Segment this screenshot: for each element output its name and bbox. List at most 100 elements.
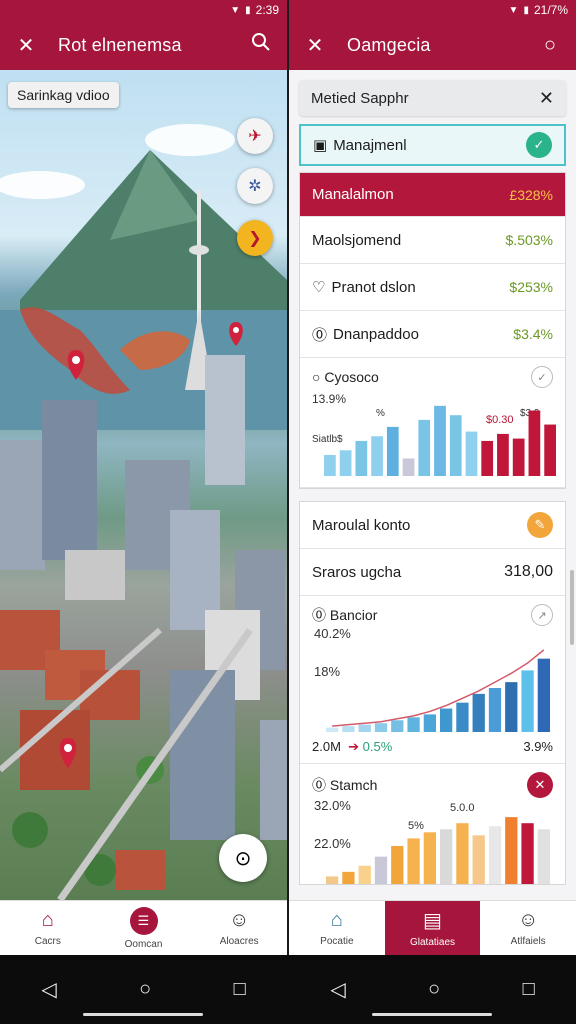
close-icon[interactable]: ✕ bbox=[14, 33, 38, 58]
management-row[interactable]: ▣ Manajmenl ✓ bbox=[299, 124, 566, 166]
footer-value: 3.9% bbox=[523, 739, 553, 754]
list-item[interactable]: Maolsjomend $.503% bbox=[300, 217, 565, 264]
chart-bar bbox=[374, 723, 388, 732]
edit-icon[interactable]: ✎ bbox=[527, 512, 553, 538]
bar-chart bbox=[326, 817, 550, 884]
recenter-icon[interactable]: ⊙ bbox=[219, 834, 267, 882]
chart-card-1[interactable]: ○ Cyosoco ✓ 13.9% Siatlb$ % $0.30 $3.9 bbox=[300, 358, 565, 488]
list-item[interactable]: ♡ Pranot dslon $253% bbox=[300, 264, 565, 311]
delta-value: 0.5% bbox=[362, 739, 393, 754]
chart-bar bbox=[358, 865, 371, 884]
chart-card-3[interactable]: ⓪ Stamch ✕ 32.0% 22.0% 5.0.0 5% bbox=[300, 764, 565, 884]
section-gap bbox=[299, 489, 566, 501]
chart-bar bbox=[342, 726, 355, 732]
nav-profile[interactable]: ☺ Atlfaiels bbox=[480, 901, 576, 955]
chart-bar bbox=[481, 440, 494, 476]
city-map[interactable]: Sarinkag vdioo ✈ ✲ ❯ ⊙ bbox=[0, 70, 287, 900]
heart-icon: ♡ bbox=[312, 279, 326, 296]
gesture-pill bbox=[372, 1013, 492, 1016]
bottom-nav: ⌂ Pocatie ▤ Glatatiaes ☺ Atlfaiels bbox=[289, 900, 576, 955]
search-field[interactable]: Metied Sapphr ✕ bbox=[299, 80, 566, 116]
profile-circle-icon[interactable]: ○ bbox=[538, 34, 562, 57]
metrics-card: Manalalmon £328% Maolsjomend $.503% ♡ Pra… bbox=[299, 172, 566, 489]
chart-bar bbox=[326, 727, 339, 732]
home-circle-icon[interactable]: ○ bbox=[428, 978, 440, 1001]
home-icon: ⌂ bbox=[41, 909, 54, 931]
section-header: Maroulal konto ✎ bbox=[300, 502, 565, 549]
navigation-icon[interactable]: ✈ bbox=[237, 118, 273, 154]
info-icon: ⓪ bbox=[312, 607, 330, 623]
recents-icon[interactable]: □ bbox=[523, 978, 535, 1001]
wifi-icon: ▼ bbox=[508, 4, 519, 16]
chart-bar bbox=[521, 670, 534, 732]
system-nav-bar: ◁ ○ □ ◁ ○ □ bbox=[0, 955, 576, 1024]
person-icon: ☺ bbox=[228, 909, 250, 931]
chart-bar bbox=[402, 458, 415, 476]
nav-home[interactable]: ⌂ Cacrs bbox=[0, 901, 96, 955]
list-item[interactable]: Manalalmon £328% bbox=[300, 173, 565, 217]
person-icon: ☺ bbox=[517, 909, 539, 931]
chart-bar bbox=[488, 826, 502, 884]
home-icon: ⌂ bbox=[330, 909, 343, 931]
chart-card-2[interactable]: ⓪ Bancior ↗ 40.2% 18% 2.0M ➔ 0.5% 3.9% bbox=[300, 596, 565, 764]
close-icon[interactable]: ✕ bbox=[303, 33, 327, 58]
chart-bar bbox=[386, 426, 399, 476]
nav-dashboard[interactable]: ▤ Glatatiaes bbox=[384, 901, 481, 955]
back-icon[interactable]: ◁ bbox=[330, 977, 345, 1002]
info-icon: ⓪ bbox=[312, 326, 328, 344]
check-icon[interactable]: ✓ bbox=[531, 366, 553, 388]
chart-bar bbox=[521, 823, 534, 884]
chart-bar bbox=[342, 871, 355, 884]
chart-bar bbox=[449, 415, 462, 476]
bar-line-chart bbox=[326, 649, 550, 732]
app-bar: ✕ Rot elnenemsa bbox=[0, 20, 287, 70]
chart-bar bbox=[472, 693, 485, 732]
clear-icon[interactable]: ✕ bbox=[539, 88, 554, 109]
chart-bar bbox=[440, 829, 453, 884]
status-time: 21/7% bbox=[533, 3, 568, 17]
chart-bar bbox=[407, 717, 420, 732]
chart-bar bbox=[423, 714, 436, 732]
list-item[interactable]: Sraros ugcha 318,00 bbox=[300, 549, 565, 596]
chart-bar bbox=[418, 419, 431, 476]
chart-bar bbox=[358, 724, 371, 732]
nav-profile[interactable]: ☺ Aloacres bbox=[191, 901, 287, 955]
bar-chart bbox=[324, 405, 556, 476]
status-bar: ▼ ▮ 21/7% bbox=[289, 0, 576, 20]
app-bar: ✕ Oamgecia ○ bbox=[289, 20, 576, 70]
check-icon: ✓ bbox=[526, 132, 552, 158]
nav-home[interactable]: ⌂ Pocatie bbox=[289, 901, 385, 955]
home-circle-icon[interactable]: ○ bbox=[139, 978, 151, 1001]
chart-bar bbox=[505, 682, 518, 732]
back-icon[interactable]: ◁ bbox=[41, 977, 56, 1002]
page-title: Oamgecia bbox=[347, 34, 431, 55]
folder-icon: ▣ bbox=[313, 137, 328, 154]
bottom-nav: ⌂ Cacrs ☰ Oomcan ☺ Aloacres bbox=[0, 900, 287, 955]
map-label-chip[interactable]: Sarinkag vdioo bbox=[8, 82, 119, 108]
chart-bar bbox=[505, 817, 518, 884]
chart-bar bbox=[423, 832, 436, 884]
close-icon[interactable]: ✕ bbox=[527, 772, 553, 798]
search-icon[interactable] bbox=[249, 32, 273, 58]
trend-icon[interactable]: ↗ bbox=[531, 604, 553, 626]
chart-bar bbox=[537, 829, 550, 884]
chart-bar bbox=[544, 424, 556, 476]
chart-bar bbox=[355, 440, 368, 476]
shield-icon: ⓪ bbox=[312, 777, 330, 793]
list-item[interactable]: ⓪ Dnanpaddoo $3.4% bbox=[300, 311, 565, 358]
location-icon[interactable]: ❯ bbox=[237, 220, 273, 256]
chart-bar bbox=[391, 846, 404, 884]
chart-bar bbox=[456, 823, 469, 884]
layers-icon[interactable]: ✲ bbox=[237, 168, 273, 204]
scrollbar[interactable] bbox=[570, 570, 574, 645]
page-title: Rot elnenemsa bbox=[58, 34, 182, 55]
recents-icon[interactable]: □ bbox=[234, 978, 246, 1001]
nav-chat[interactable]: ☰ Oomcan bbox=[96, 901, 192, 955]
chart-bar bbox=[488, 688, 502, 732]
chart-bar bbox=[407, 838, 420, 884]
chart-bar bbox=[374, 856, 388, 884]
chart-bar bbox=[537, 658, 550, 732]
footer-value: 2.0M bbox=[312, 739, 341, 754]
chart-bar bbox=[326, 876, 339, 884]
chart-bar bbox=[528, 410, 541, 476]
